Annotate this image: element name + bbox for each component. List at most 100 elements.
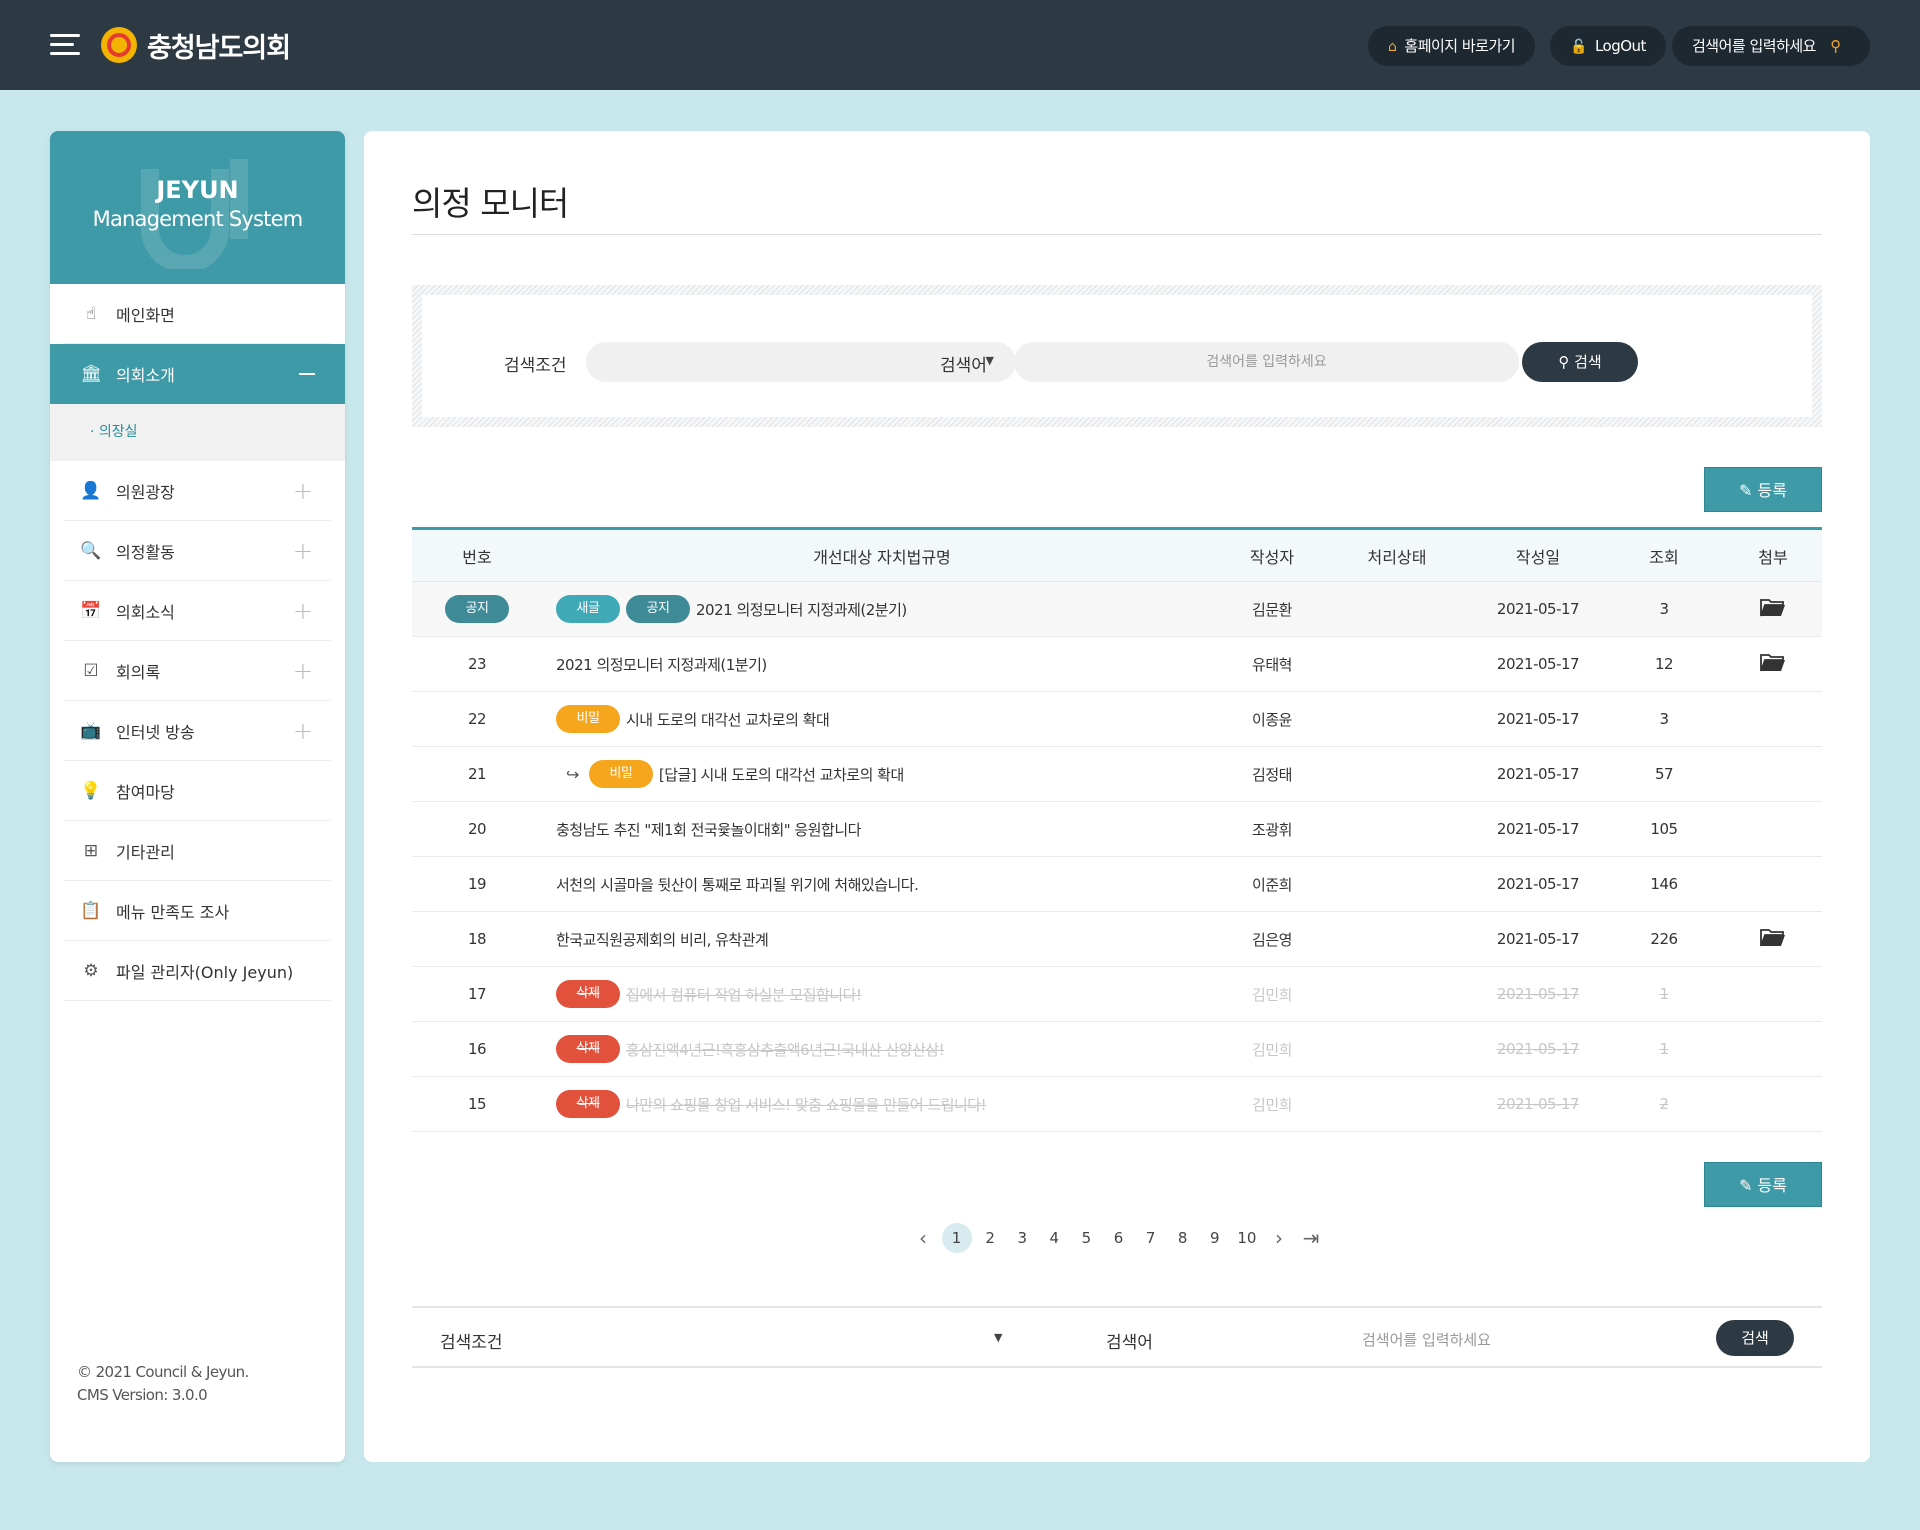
folder-icon[interactable] — [1760, 597, 1786, 617]
header-search-input[interactable]: 검색어를 입력하세요 ⚲ — [1672, 26, 1870, 66]
row-author: 김민희 — [1252, 1095, 1292, 1114]
page-link-5[interactable]: 5 — [1073, 1223, 1100, 1253]
row-title-link[interactable]: 시내 도로의 대각선 교차로의 확대 — [626, 709, 830, 730]
row-author: 이준희 — [1252, 875, 1292, 894]
search-button[interactable]: ⚲ 검색 — [1522, 342, 1638, 382]
sidebar-item-main[interactable]: ☝ 메인화면 — [64, 284, 331, 344]
row-date: 2021-05-17 — [1496, 600, 1580, 618]
pencil-icon: ✎ — [1739, 481, 1758, 500]
sidebar-item-participation[interactable]: 💡 참여마당 — [64, 761, 331, 821]
sidebar-item-file-manager[interactable]: ⚙ 파일 관리자(Only Jeyun) — [64, 941, 331, 1001]
homepage-link-label: 홈페이지 바로가기 — [1404, 37, 1516, 55]
register-button-bottom[interactable]: ✎ 등록 — [1704, 1162, 1822, 1207]
bottom-search-input[interactable]: 검색어를 입력하세요 — [1362, 1329, 1491, 1350]
table-row[interactable]: 18 한국교직원공제회의 비리, 유착관계 김은영 2021-05-17 226 — [412, 912, 1822, 967]
page-link-1[interactable]: 1 — [941, 1223, 972, 1253]
row-title-link[interactable]: 2021 의정모니터 지정과제(2분기) — [696, 599, 907, 620]
row-title-link[interactable]: [답글] 시내 도로의 대각선 교차로의 확대 — [659, 764, 904, 785]
notice-badge: 공지 — [445, 595, 509, 623]
page-link-9[interactable]: 9 — [1201, 1223, 1228, 1253]
file-gear-icon: ⚙ — [83, 960, 99, 981]
search-input[interactable]: 검색어를 입력하세요 — [1014, 342, 1519, 382]
col-views: 조회 — [1649, 547, 1679, 567]
table-row[interactable]: 19 서천의 시골마을 뒷산이 통째로 파괴될 위기에 처해있습니다. 이준희 … — [412, 857, 1822, 912]
row-author: 김문환 — [1252, 600, 1292, 619]
sidebar-item-members[interactable]: 👤 의원광장 + — [64, 461, 331, 521]
new-badge: 새글 — [556, 595, 620, 623]
collapse-icon[interactable] — [299, 373, 315, 375]
row-title-link[interactable]: 집에서 컴퓨터 작업 하실분 모집합니다! — [626, 984, 862, 1005]
folder-icon[interactable] — [1760, 652, 1786, 672]
sidebar-item-activities[interactable]: 🔍 의정활동 + — [64, 521, 331, 581]
page-link-8[interactable]: 8 — [1169, 1223, 1196, 1253]
page-link-2[interactable]: 2 — [977, 1223, 1004, 1253]
register-button-top[interactable]: ✎ 등록 — [1704, 467, 1822, 512]
row-date: 2021-05-17 — [1496, 875, 1580, 893]
sidebar-subitem-chairman[interactable]: · 의장실 — [50, 404, 345, 461]
sidebar-item-news[interactable]: 📅 의회소식 + — [64, 581, 331, 641]
page-link-7[interactable]: 7 — [1137, 1223, 1164, 1253]
lock-icon: 🔓 — [1570, 39, 1587, 55]
sidebar-item-broadcast[interactable]: 📺 인터넷 방송 + — [64, 701, 331, 761]
table-row[interactable]: 공지 새글 공지 2021 의정모니터 지정과제(2분기) 김문환 2021-0… — [412, 582, 1822, 637]
page-link-3[interactable]: 3 — [1009, 1223, 1036, 1253]
page-title: 의정 모니터 — [412, 184, 569, 223]
expand-icon[interactable]: + — [293, 657, 313, 685]
sidebar-item-label: 기타관리 — [116, 842, 175, 862]
row-date: 2021-05-17 — [1496, 985, 1580, 1003]
table-row[interactable]: 21 ↪ 비밀 [답글] 시내 도로의 대각선 교차로의 확대 김정태 2021… — [412, 747, 1822, 802]
search-icon[interactable]: ⚲ — [1830, 37, 1841, 55]
row-title-link[interactable]: 나만의 쇼핑몰 창업 서비스! 맞춤 쇼핑몰을 만들어 드립니다! — [626, 1094, 987, 1115]
sidebar-item-label: 의회소개 — [116, 366, 175, 385]
logout-button[interactable]: 🔓 LogOut — [1550, 26, 1666, 66]
sidebar-item-etc[interactable]: ⊞ 기타관리 — [64, 821, 331, 881]
bottom-search-bar: 검색조건 ▼ 검색어 검색어를 입력하세요 검색 — [412, 1306, 1822, 1368]
row-number: 18 — [467, 930, 487, 948]
prev-page-icon[interactable]: ‹ — [909, 1223, 936, 1253]
row-date: 2021-05-17 — [1496, 820, 1580, 838]
expand-icon[interactable]: + — [293, 537, 313, 565]
register-label: 등록 — [1757, 1176, 1787, 1195]
folder-icon[interactable] — [1760, 927, 1786, 947]
row-title-link[interactable]: 2021 의정모니터 지정과제(1분기) — [556, 654, 767, 675]
table-row[interactable]: 16 삭제 홍삼진액4년근!흑홍삼추출액6년근!국내산 산양산삼! 김민희 20… — [412, 1022, 1822, 1077]
pointer-icon: ☝ — [85, 303, 97, 324]
expand-icon[interactable]: + — [293, 597, 313, 625]
row-title-link[interactable]: 홍삼진액4년근!흑홍삼추출액6년근!국내산 산양산삼! — [626, 1039, 945, 1060]
table-row[interactable]: 17 삭제 집에서 컴퓨터 작업 하실분 모집합니다! 김민희 2021-05-… — [412, 967, 1822, 1022]
search-icon: ⚲ — [1558, 353, 1575, 371]
copyright-text: © 2021 Council & Jeyun. — [77, 1363, 249, 1381]
table-row[interactable]: 23 2021 의정모니터 지정과제(1분기) 유태혁 2021-05-17 1… — [412, 637, 1822, 692]
chevron-down-icon[interactable]: ▼ — [994, 1331, 1002, 1344]
row-date: 2021-05-17 — [1496, 1040, 1580, 1058]
page-link-10[interactable]: 10 — [1233, 1223, 1260, 1253]
table-row[interactable]: 15 삭제 나만의 쇼핑몰 창업 서비스! 맞춤 쇼핑몰을 만들어 드립니다! … — [412, 1077, 1822, 1132]
expand-icon[interactable]: + — [293, 477, 313, 505]
table-row[interactable]: 20 충청남도 추진 "제1회 전국윷놀이대회" 응원합니다 조광휘 2021-… — [412, 802, 1822, 857]
sidebar-item-label: 메뉴 만족도 조사 — [116, 902, 230, 922]
sidebar-item-minutes[interactable]: ☑ 회의록 + — [64, 641, 331, 701]
sidebar-item-survey[interactable]: 📋 메뉴 만족도 조사 — [64, 881, 331, 941]
brand-title[interactable]: 충청남도의회 — [147, 26, 291, 65]
expand-icon[interactable]: + — [293, 717, 313, 745]
row-views: 1 — [1659, 985, 1669, 1003]
sidebar-item-label: 의원광장 — [116, 482, 175, 502]
homepage-link-button[interactable]: ⌂ 홈페이지 바로가기 — [1368, 26, 1536, 66]
clipboard-icon: 📋 — [80, 900, 102, 921]
row-number: 23 — [467, 655, 487, 673]
row-date: 2021-05-17 — [1496, 655, 1580, 673]
row-title-link[interactable]: 한국교직원공제회의 비리, 유착관계 — [556, 929, 769, 950]
row-number: 19 — [467, 875, 487, 893]
page-link-4[interactable]: 4 — [1041, 1223, 1068, 1253]
bottom-search-button[interactable]: 검색 — [1716, 1320, 1794, 1356]
last-page-icon[interactable]: ⇥ — [1298, 1223, 1325, 1253]
row-title-link[interactable]: 서천의 시골마을 뒷산이 통째로 파괴될 위기에 처해있습니다. — [556, 874, 919, 895]
menu-icon[interactable] — [50, 34, 80, 56]
sidebar-footer: © 2021 Council & Jeyun. CMS Version: 3.0… — [77, 1361, 249, 1407]
row-title-link[interactable]: 충청남도 추진 "제1회 전국윷놀이대회" 응원합니다 — [556, 819, 861, 840]
table-row[interactable]: 22 비밀 시내 도로의 대각선 교차로의 확대 이종윤 2021-05-17 … — [412, 692, 1822, 747]
sidebar-item-council-intro[interactable]: 🏛 의회소개 — [50, 344, 345, 404]
pencil-icon: ✎ — [1739, 1176, 1758, 1195]
next-page-icon[interactable]: › — [1265, 1223, 1292, 1253]
page-link-6[interactable]: 6 — [1105, 1223, 1132, 1253]
